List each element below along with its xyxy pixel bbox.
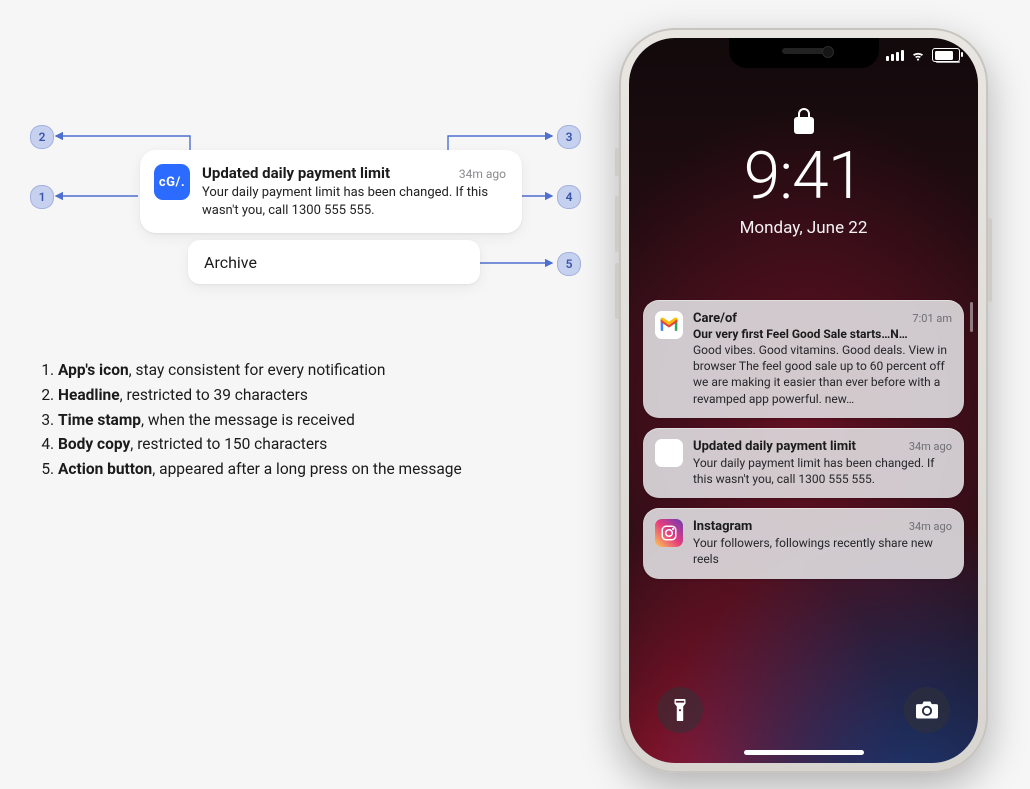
notification-app-name: Instagram xyxy=(693,519,752,534)
legend-item: App's icon, stay consistent for every no… xyxy=(58,358,590,383)
scroll-indicator[interactable] xyxy=(970,302,973,332)
legend-item: Headline, restricted to 39 characters xyxy=(58,383,590,408)
lockscreen-time: 9:41 xyxy=(629,144,978,210)
legend-item: Body copy, restricted to 150 characters xyxy=(58,432,590,457)
notification-list[interactable]: Care/of 7:01 am Our very first Feel Good… xyxy=(643,300,964,579)
notification-app-name: Updated daily payment limit xyxy=(693,439,856,454)
lockscreen-notification[interactable]: cG/. Updated daily payment limit 34m ago… xyxy=(643,428,964,498)
notification-body: Good vibes. Good vitamins. Good deals. V… xyxy=(693,342,952,407)
lockscreen-date: Monday, June 22 xyxy=(629,218,978,238)
action-label: Archive xyxy=(204,253,257,272)
instagram-icon xyxy=(655,519,683,547)
legend-list: App's icon, stay consistent for every no… xyxy=(30,358,590,482)
cgof-app-icon: cG/. xyxy=(154,164,190,200)
notification-time: 34m ago xyxy=(909,440,952,453)
page-root: cG/. Updated daily payment limit 34m ago… xyxy=(0,0,1030,789)
sample-notification-body: Updated daily payment limit 34m ago Your… xyxy=(202,164,506,219)
notification-body: Your followers, followings recently shar… xyxy=(693,535,952,567)
annotation-badge-1: 1 xyxy=(30,185,54,209)
notification-time: 34m ago xyxy=(909,520,952,533)
lockscreen-notification[interactable]: Care/of 7:01 am Our very first Feel Good… xyxy=(643,300,964,418)
left-column: cG/. Updated daily payment limit 34m ago… xyxy=(30,120,590,482)
cgof-icon-label: cG/. xyxy=(159,175,185,190)
annotation-badge-5: 5 xyxy=(557,252,581,276)
phone-side-button xyxy=(615,196,619,252)
gmail-icon xyxy=(655,311,683,339)
phone-frame: 9:41 Monday, June 22 xyxy=(619,28,988,773)
battery-icon xyxy=(932,48,960,62)
flashlight-icon xyxy=(671,699,689,721)
notification-action-button[interactable]: Archive xyxy=(188,240,480,284)
annotation-badge-2: 2 xyxy=(30,125,54,149)
notification-subtitle: Our very first Feel Good Sale starts…N… xyxy=(693,327,952,341)
lockscreen-header: 9:41 Monday, June 22 xyxy=(629,108,978,238)
camera-icon xyxy=(916,701,938,719)
phone-side-button xyxy=(615,148,619,176)
legend-item: Time stamp, when the message is received xyxy=(58,408,590,433)
phone-screen[interactable]: 9:41 Monday, June 22 xyxy=(629,38,978,763)
control-center-hint-icon xyxy=(936,61,960,63)
annotation-badge-4: 4 xyxy=(557,185,581,209)
sample-notification-title: Updated daily payment limit xyxy=(202,164,390,182)
phone-side-button xyxy=(615,263,619,319)
sample-notification-text: Your daily payment limit has been change… xyxy=(202,184,506,219)
phone-side-button xyxy=(988,218,992,302)
camera-button[interactable] xyxy=(904,687,950,733)
status-bar xyxy=(886,48,960,62)
cgof-app-icon: cG/. xyxy=(655,439,683,467)
phone-mock: 9:41 Monday, June 22 xyxy=(619,28,988,773)
notification-time: 7:01 am xyxy=(912,312,952,325)
sample-notification-ago: 34m ago xyxy=(459,167,506,181)
sample-notification-card[interactable]: cG/. Updated daily payment limit 34m ago… xyxy=(140,150,522,233)
cellular-signal-icon xyxy=(886,50,904,61)
annotated-notification-stage: cG/. Updated daily payment limit 34m ago… xyxy=(30,120,590,340)
notification-body: Your daily payment limit has been change… xyxy=(693,455,952,487)
annotation-badge-3: 3 xyxy=(557,125,581,149)
phone-notch xyxy=(729,38,879,68)
home-indicator[interactable] xyxy=(744,750,864,755)
legend: App's icon, stay consistent for every no… xyxy=(30,358,590,482)
notification-app-name: Care/of xyxy=(693,311,737,326)
lockscreen-notification[interactable]: Instagram 34m ago Your followers, follow… xyxy=(643,508,964,578)
legend-item: Action button, appeared after a long pre… xyxy=(58,457,590,482)
wifi-icon xyxy=(910,49,926,61)
flashlight-button[interactable] xyxy=(657,687,703,733)
lock-icon xyxy=(794,108,814,138)
